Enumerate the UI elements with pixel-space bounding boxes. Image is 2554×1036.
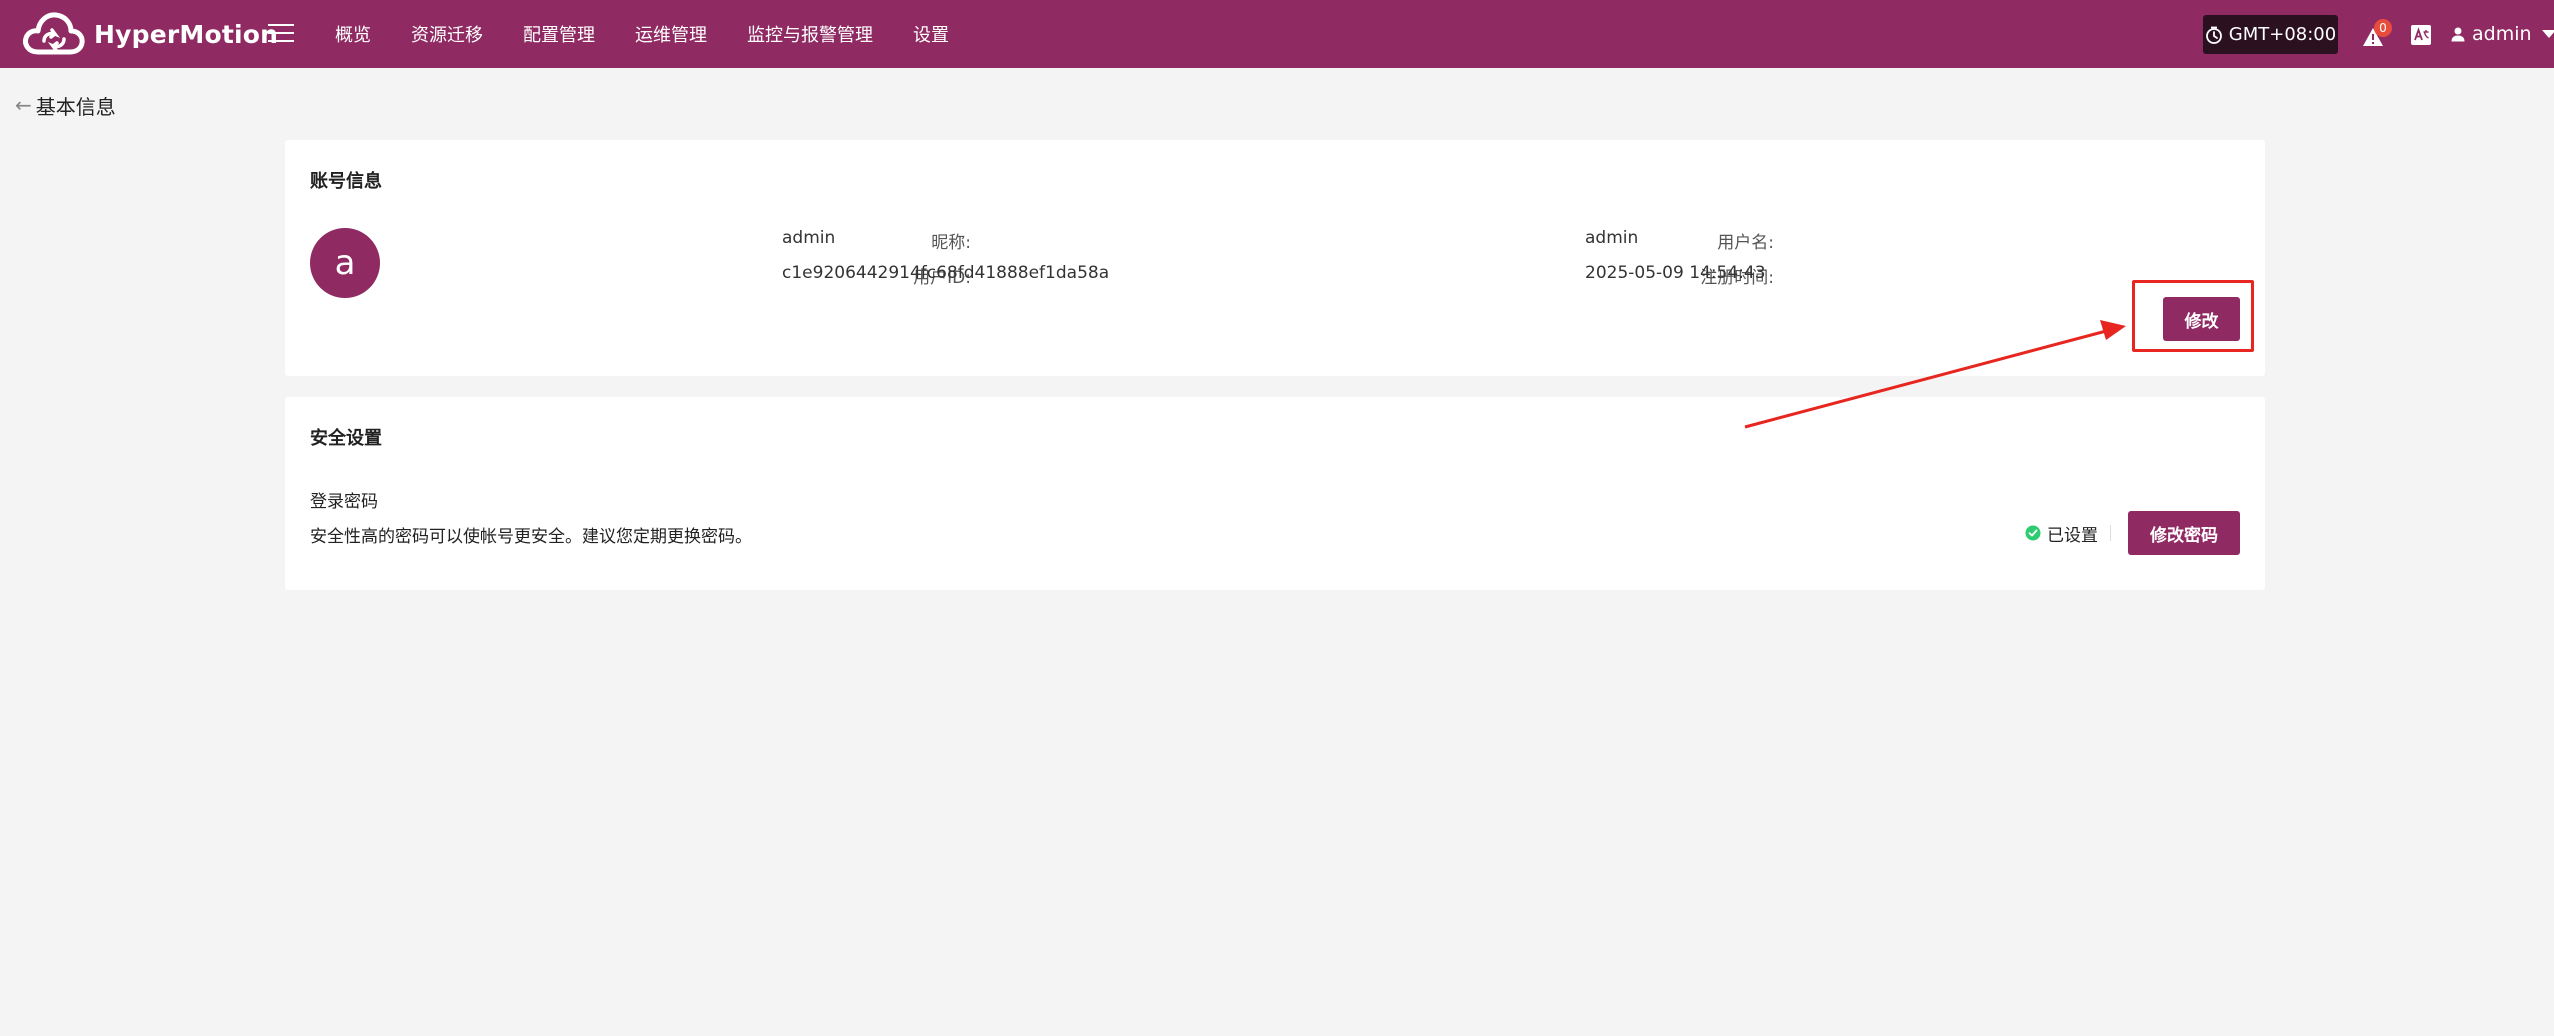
translate-icon xyxy=(2411,25,2431,45)
hamburger-menu-icon[interactable] xyxy=(268,16,294,50)
user-icon xyxy=(2451,27,2465,42)
avatar: a xyxy=(310,228,380,298)
userid-value: c1e9206442914fc68fd41888ef1da58a xyxy=(782,263,1110,283)
alert-count-badge: 0 xyxy=(2374,19,2392,37)
account-card-title: 账号信息 xyxy=(310,171,382,192)
main-nav: 概览 资源迁移 配置管理 运维管理 监控与报警管理 设置 xyxy=(335,0,989,68)
page-title: 基本信息 xyxy=(35,94,116,119)
nickname-value: admin xyxy=(782,228,836,248)
alert-button[interactable]: 0 xyxy=(2362,19,2392,48)
password-item-description: 安全性高的密码可以使帐号更安全。建议您定期更换密码。 xyxy=(310,527,752,547)
app-name: HyperMotion xyxy=(94,19,279,49)
user-menu[interactable]: admin xyxy=(2450,0,2554,68)
edit-button[interactable]: 修改 xyxy=(2163,297,2240,341)
password-status: 已设置 xyxy=(2025,522,2098,546)
nav-item-monitoring[interactable]: 监控与报警管理 xyxy=(747,21,873,47)
password-status-text: 已设置 xyxy=(2047,525,2098,546)
timezone-button[interactable]: GMT+08:00 xyxy=(2203,15,2338,54)
nav-item-ops[interactable]: 运维管理 xyxy=(635,21,707,47)
app-logo[interactable]: HyperMotion xyxy=(22,8,278,60)
cloud-logo-icon xyxy=(23,12,85,55)
status-divider xyxy=(2110,525,2111,541)
nav-item-migration[interactable]: 资源迁移 xyxy=(411,21,483,47)
nav-item-settings[interactable]: 设置 xyxy=(913,21,949,47)
chevron-down-icon xyxy=(2541,30,2554,38)
timezone-label: GMT+08:00 xyxy=(2228,24,2337,45)
username-label: admin xyxy=(2472,23,2532,45)
back-arrow-icon: ← xyxy=(15,93,32,117)
security-settings-card: 安全设置 登录密码 安全性高的密码可以使帐号更安全。建议您定期更换密码。 已设置… xyxy=(285,397,2265,590)
change-password-button[interactable]: 修改密码 xyxy=(2128,511,2240,555)
nav-item-config[interactable]: 配置管理 xyxy=(523,21,595,47)
nav-item-overview[interactable]: 概览 xyxy=(335,21,371,47)
check-circle-icon xyxy=(2025,525,2041,541)
registered-value: 2025-05-09 14:54:43 xyxy=(1585,263,1766,283)
password-item-title: 登录密码 xyxy=(310,492,378,512)
language-button[interactable] xyxy=(2410,24,2432,46)
security-card-title: 安全设置 xyxy=(310,428,382,449)
top-navbar: HyperMotion 概览 资源迁移 配置管理 运维管理 监控与报警管理 设置… xyxy=(0,0,2554,68)
back-link[interactable]: ← 基本信息 xyxy=(15,90,116,120)
username-field-value: admin xyxy=(1585,228,1639,248)
account-info-card: 账号信息 a 昵称: admin 用户ID: c1e9206442914fc68… xyxy=(285,140,2265,376)
clock-icon xyxy=(2205,26,2222,44)
